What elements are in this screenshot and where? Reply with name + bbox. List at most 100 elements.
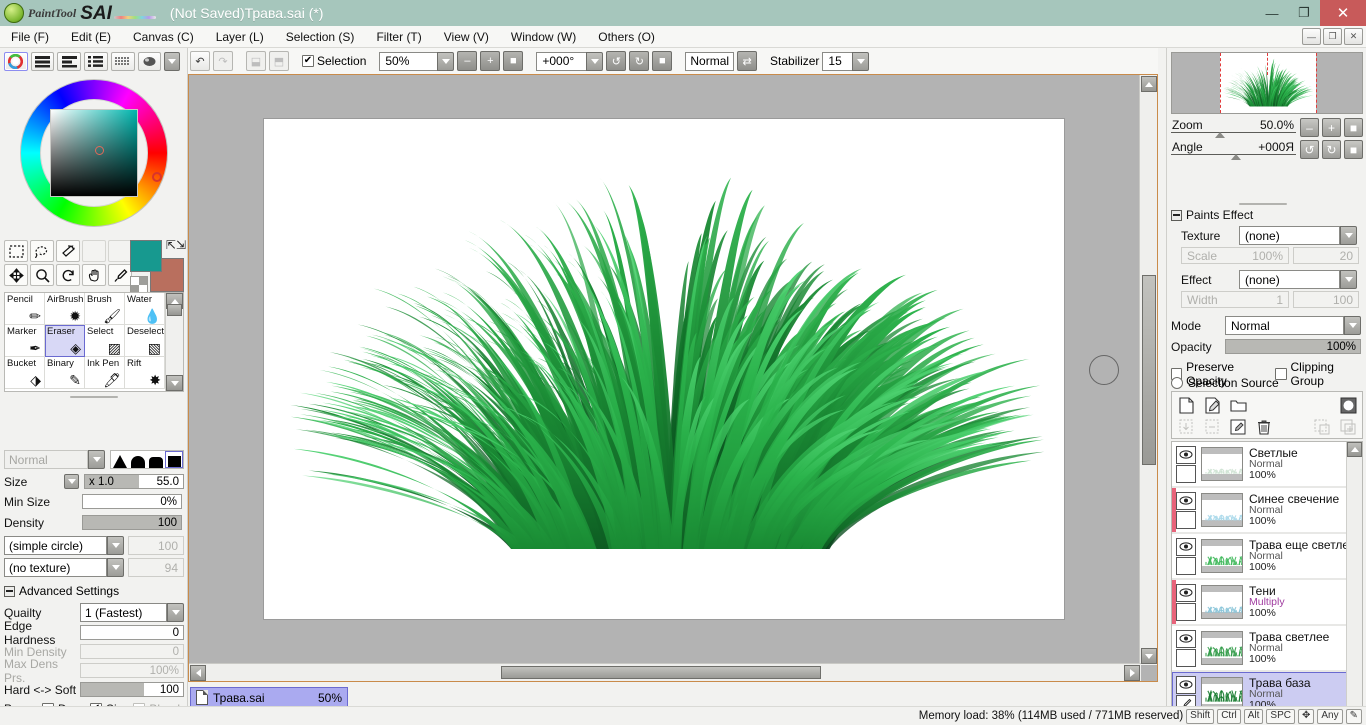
mdi-restore-button[interactable]: ❐ — [1323, 28, 1342, 45]
layer-thumbnail[interactable] — [1201, 631, 1243, 665]
brush-shape-combo[interactable]: (simple circle) — [4, 536, 124, 555]
new-linework-layer-icon[interactable] — [1202, 395, 1222, 415]
menu-item-others[interactable]: Others (O) — [587, 26, 666, 48]
min-size-slider[interactable]: 0% — [82, 494, 182, 509]
layer-opacity-slider[interactable]: 100% — [1225, 339, 1361, 354]
brush-marker[interactable]: Marker ✒ — [5, 325, 45, 357]
advanced-settings-toggle[interactable]: Advanced Settings — [4, 584, 119, 598]
brush-scroll-down-button[interactable] — [166, 375, 183, 391]
zoom-out-button[interactable]: – — [457, 51, 478, 71]
layer-list[interactable]: Светлые Normal 100% Синее свечение Normal 100… — [1171, 441, 1363, 722]
size-dropdown-arrow[interactable] — [64, 474, 79, 489]
menu-item-edit[interactable]: Edit (E) — [60, 26, 122, 48]
brush-pencil[interactable]: Pencil ✏ — [5, 293, 45, 325]
layer-list-scrollbar[interactable] — [1346, 442, 1362, 721]
eyedropper-icon[interactable] — [108, 264, 132, 286]
hard-soft-slider[interactable]: 100 — [80, 682, 184, 697]
brush-shape-amount[interactable]: 100 — [128, 536, 184, 555]
brush-blend-mode-value[interactable]: Normal — [4, 450, 88, 469]
effect-dropdown-arrow[interactable] — [1340, 270, 1357, 289]
new-folder-icon[interactable] — [1228, 395, 1248, 415]
magic-wand-icon[interactable] — [56, 240, 80, 262]
view-mode-field[interactable]: Normal — [685, 51, 735, 71]
clear-layer-icon[interactable] — [1202, 417, 1222, 437]
angle-value[interactable]: +000° — [536, 51, 587, 71]
brush-shape-value[interactable]: (simple circle) — [4, 536, 107, 555]
redo-button[interactable]: ↷ — [213, 51, 233, 71]
effect-value[interactable]: (none) — [1239, 270, 1340, 289]
hsv-slider-mode-icon[interactable] — [57, 52, 82, 71]
hue-cursor[interactable] — [152, 172, 162, 182]
brush-scroll-thumb[interactable] — [167, 304, 182, 316]
brush-texture-value[interactable]: (no texture) — [4, 558, 107, 577]
zoom-combo[interactable]: 50% — [379, 51, 455, 71]
edge-shape-sharp-icon[interactable] — [111, 451, 129, 468]
edge-shape-square-icon[interactable] — [165, 451, 183, 468]
edge-shape-flat-icon[interactable] — [147, 451, 165, 468]
undo-button[interactable]: ↶ — [190, 51, 210, 71]
layer-visibility-toggle[interactable] — [1176, 491, 1196, 510]
zoom-slider[interactable]: Zoom 50.0% — [1171, 118, 1296, 138]
nav-zoom-in-button[interactable]: + — [1322, 118, 1341, 137]
rotate-cw-button[interactable]: ↻ — [629, 51, 650, 71]
nav-zoom-reset-button[interactable]: ■ — [1344, 118, 1363, 137]
fit-selection-button[interactable]: ⬓ — [246, 51, 266, 71]
rotate-reset-button[interactable]: ■ — [652, 51, 673, 71]
canvas-scroll-up-button[interactable] — [1141, 76, 1157, 92]
layer-row[interactable]: Тени Multiply 100% — [1172, 580, 1362, 624]
brush-blend-dropdown-arrow[interactable] — [88, 450, 105, 469]
layer-thumbnail[interactable] — [1201, 493, 1243, 527]
layer-visibility-toggle[interactable] — [1176, 583, 1196, 602]
layer-edit-indicator[interactable] — [1176, 510, 1196, 529]
texture-combo[interactable]: (none) — [1239, 226, 1357, 245]
quality-combo[interactable]: 1 (Fastest) — [80, 603, 184, 622]
brush-deselect[interactable]: Deselect ▧ — [125, 325, 165, 357]
saturation-value-square[interactable] — [50, 109, 138, 197]
restore-button[interactable]: ❐ — [1288, 0, 1320, 26]
layer-row[interactable]: Трава светлее Normal 100% — [1172, 626, 1362, 670]
delete-layer-icon[interactable] — [1254, 417, 1274, 437]
mdi-close-button[interactable]: ✕ — [1344, 28, 1363, 45]
canvas-viewport[interactable] — [188, 74, 1158, 682]
layer-row[interactable]: Трава еще светлее Normal 100% — [1172, 534, 1362, 578]
brush-ink-pen[interactable]: Ink Pen 🖊 — [85, 357, 125, 389]
zoom-dropdown-arrow[interactable] — [437, 51, 455, 71]
tool-blank-1[interactable] — [82, 240, 106, 262]
layer-thumbnail[interactable] — [1201, 539, 1243, 573]
layer-mask-icon[interactable] — [1338, 395, 1358, 415]
rotate-icon[interactable] — [56, 264, 80, 286]
angle-dropdown-arrow[interactable] — [586, 51, 604, 71]
rect-select-icon[interactable] — [4, 240, 28, 262]
paints-effect-toggle[interactable]: Paints Effect — [1171, 208, 1253, 222]
duplicate-layer-icon[interactable] — [1338, 417, 1358, 437]
minimize-button[interactable]: — — [1256, 0, 1288, 26]
layer-edit-indicator[interactable] — [1176, 602, 1196, 621]
canvas-scroll-left-button[interactable] — [190, 665, 206, 681]
canvas-horizontal-scrollbar[interactable] — [189, 663, 1141, 681]
brush-grid-scrollbar[interactable] — [165, 293, 183, 391]
swatch-list-mode-icon[interactable] — [84, 52, 108, 71]
layer-mode-dropdown-arrow[interactable] — [1344, 316, 1361, 335]
layer-edit-indicator[interactable] — [1176, 556, 1196, 575]
effect-combo[interactable]: (none) — [1239, 270, 1357, 289]
nav-rotate-reset-button[interactable]: ■ — [1344, 140, 1363, 159]
mdi-minimize-button[interactable]: — — [1302, 28, 1321, 45]
texture-dropdown-arrow[interactable] — [1340, 226, 1357, 245]
brush-texture-amount[interactable]: 94 — [128, 558, 184, 577]
layer-row[interactable]: Синее свечение Normal 100% — [1172, 488, 1362, 532]
zoom-in-button[interactable]: + — [480, 51, 501, 71]
edge-hardness-slider[interactable]: 0 — [80, 625, 184, 640]
menu-item-window[interactable]: Window (W) — [500, 26, 587, 48]
nav-zoom-out-button[interactable]: – — [1300, 118, 1319, 137]
stabilizer-dropdown-arrow[interactable] — [852, 51, 870, 71]
brush-shape-dropdown-arrow[interactable] — [107, 536, 124, 555]
nav-rotate-cw-button[interactable]: ↻ — [1322, 140, 1341, 159]
navigator-preview[interactable] — [1171, 52, 1363, 114]
layer-edit-indicator[interactable] — [1176, 648, 1196, 667]
selection-source-radio[interactable] — [1171, 377, 1183, 389]
rgb-slider-mode-icon[interactable] — [30, 52, 55, 71]
brush-brush[interactable]: Brush 🖌 — [85, 293, 125, 325]
zoom-reset-button[interactable]: ■ — [503, 51, 524, 71]
edge-shape-round-icon[interactable] — [129, 451, 147, 468]
tool-blank-2[interactable] — [108, 240, 132, 262]
